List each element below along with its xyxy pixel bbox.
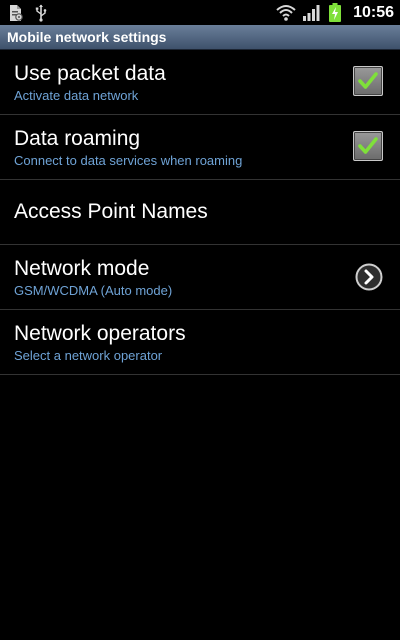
checkmark-icon	[358, 72, 378, 89]
signal-icon	[302, 3, 320, 22]
status-bar: 10:56	[0, 0, 400, 25]
data-roaming-checkbox[interactable]	[353, 131, 383, 161]
page-title: Mobile network settings	[7, 29, 167, 45]
setting-subtitle: GSM/WCDMA (Auto mode)	[14, 283, 173, 298]
setting-access-point-names[interactable]: Access Point Names	[0, 180, 400, 245]
setting-subtitle: Connect to data services when roaming	[14, 153, 243, 168]
setting-network-operators[interactable]: Network operators Select a network opera…	[0, 310, 400, 375]
setting-data-roaming[interactable]: Data roaming Connect to data services wh…	[0, 115, 400, 180]
setting-network-mode[interactable]: Network mode GSM/WCDMA (Auto mode)	[0, 245, 400, 310]
setting-title: Network operators	[14, 322, 186, 345]
setting-use-packet-data[interactable]: Use packet data Activate data network	[0, 50, 400, 115]
setting-subtitle: Activate data network	[14, 88, 139, 103]
packet-data-checkbox[interactable]	[353, 66, 383, 96]
setting-title: Data roaming	[14, 127, 141, 150]
checkmark-icon	[358, 137, 378, 154]
setting-title: Access Point Names	[14, 200, 208, 223]
clock: 10:56	[353, 4, 394, 21]
setting-title: Network mode	[14, 257, 150, 280]
settings-list: Use packet data Activate data network Da…	[0, 50, 400, 375]
file-sync-icon	[8, 4, 26, 22]
setting-subtitle: Select a network operator	[14, 348, 163, 363]
setting-title: Use packet data	[14, 62, 166, 85]
battery-charging-icon	[328, 3, 342, 22]
wifi-icon	[276, 3, 296, 22]
chevron-right-icon[interactable]	[355, 263, 383, 291]
usb-icon	[34, 4, 52, 22]
title-bar: Mobile network settings	[0, 25, 400, 50]
